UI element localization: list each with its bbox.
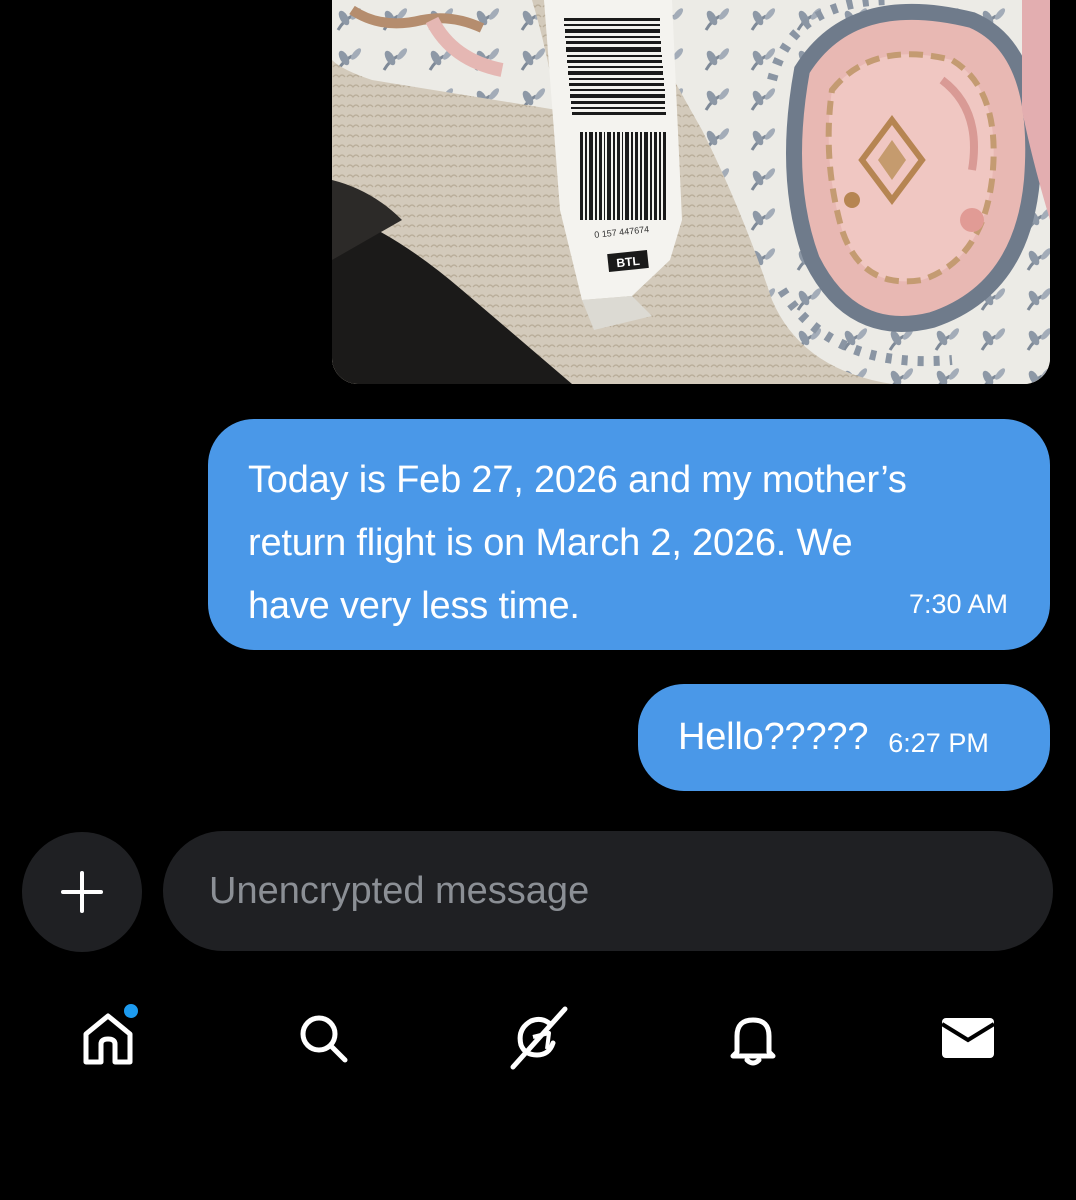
message-timestamp: 7:30 AM	[908, 589, 1008, 619]
message-text: Hello?????	[678, 716, 869, 758]
tab-notifications[interactable]	[713, 998, 793, 1078]
photo-attachment[interactable]: 0 157 447674 BTL	[332, 0, 1050, 384]
tag-label: BTL	[616, 254, 641, 270]
search-icon	[300, 1015, 348, 1063]
plus-icon	[61, 871, 103, 913]
tab-search[interactable]	[283, 998, 363, 1078]
message-bubble-outgoing[interactable]: Hello????? 6:27 PM	[638, 684, 1050, 791]
grok-icon	[510, 1006, 568, 1070]
mail-icon	[940, 1018, 996, 1058]
message-bubble-outgoing[interactable]: Today is Feb 27, 2026 and my mother’s re…	[208, 419, 1050, 650]
message-composer[interactable]	[163, 831, 1053, 951]
message-text: Today is Feb 27, 2026 and my mother’s re…	[248, 459, 907, 627]
bell-icon	[730, 1017, 776, 1066]
tab-grok[interactable]	[498, 998, 578, 1078]
bottom-nav	[0, 990, 1076, 1100]
add-attachment-button[interactable]	[22, 832, 142, 952]
tab-home[interactable]	[68, 998, 148, 1078]
tab-messages[interactable]	[928, 998, 1008, 1078]
message-timestamp: 6:27 PM	[888, 728, 989, 758]
message-input[interactable]	[209, 869, 1009, 913]
notification-dot	[122, 1002, 140, 1020]
